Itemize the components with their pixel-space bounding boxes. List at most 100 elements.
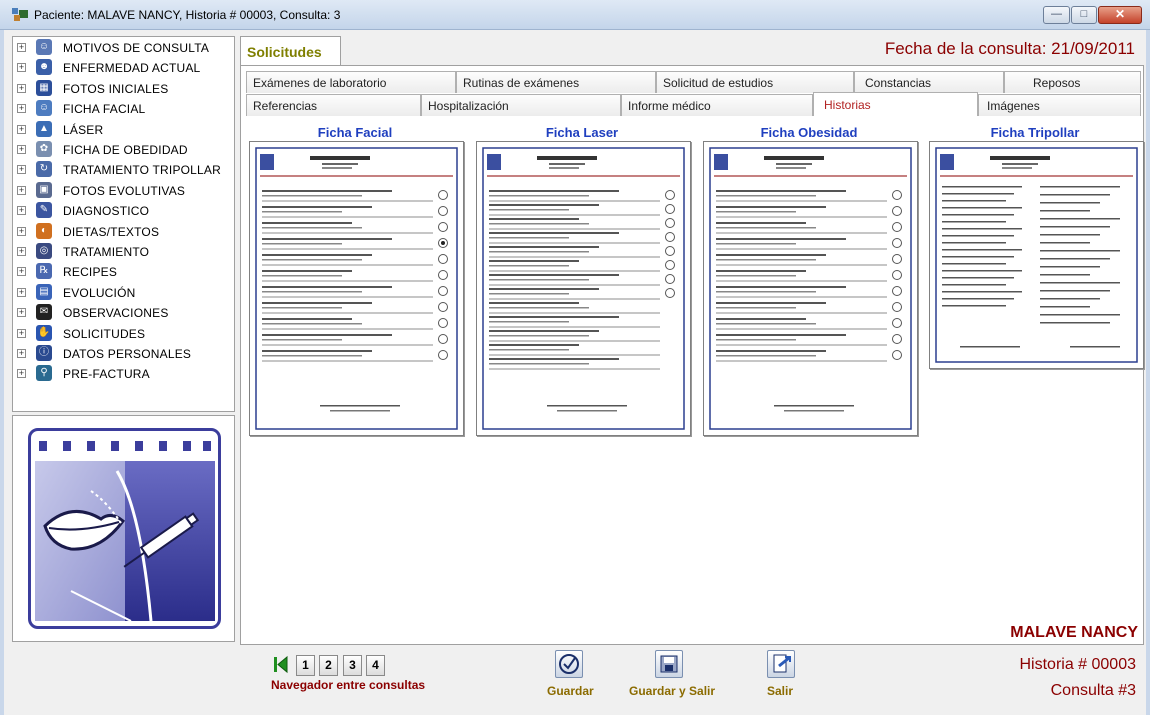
close-button[interactable]: ✕	[1098, 6, 1142, 24]
tab-label: Constancias	[865, 76, 932, 90]
app-icon	[12, 8, 28, 21]
consulta-2-button[interactable]: 2	[319, 655, 338, 676]
tab-hospitalizacion[interactable]: Hospitalización	[421, 94, 621, 116]
tree-item-label: RECIPES	[63, 265, 118, 280]
document-thumbnail[interactable]	[476, 141, 691, 436]
historia-number: Historia # 00003	[1019, 656, 1136, 673]
clinic-logo	[28, 428, 221, 629]
scale-icon: ✿	[36, 141, 52, 157]
info-icon: ⓘ	[36, 345, 52, 361]
expand-icon[interactable]: +	[17, 369, 26, 379]
tree-item[interactable]: + ☻ ENFERMEDAD ACTUAL	[13, 58, 235, 78]
tab-label: Reposos	[1033, 76, 1081, 90]
document-preview-icon	[255, 147, 458, 430]
tab-solicitudes[interactable]: Solicitudes	[240, 36, 341, 66]
tab-label: Informe médico	[628, 99, 711, 113]
consulta-number: Consulta #3	[1050, 682, 1136, 699]
expand-icon[interactable]: +	[17, 308, 26, 318]
tree-item-label: FICHA DE OBEDIDAD	[63, 143, 188, 157]
tree-item[interactable]: + ◐ DIETAS/TEXTOS	[13, 222, 235, 242]
notes-icon: ✉	[36, 304, 52, 321]
tree-item[interactable]: + ▣ FOTOS EVOLUTIVAS	[13, 181, 235, 201]
laser-icon: ▲	[36, 120, 52, 137]
tree-item-label: ENFERMEDAD ACTUAL	[63, 61, 201, 76]
exit-document-icon	[767, 650, 795, 678]
tab-solicitud-estudios[interactable]: Solicitud de estudios	[656, 71, 854, 93]
expand-icon[interactable]: +	[17, 349, 26, 358]
maximize-button[interactable]: □	[1071, 6, 1097, 24]
tab-label: Rutinas de exámenes	[463, 76, 580, 90]
tab-reposos[interactable]: Reposos	[1004, 71, 1141, 93]
expand-icon[interactable]: +	[17, 226, 26, 236]
expand-icon[interactable]: +	[17, 165, 26, 175]
tree-item[interactable]: + ◎ TRATAMIENTO	[13, 242, 235, 262]
consulta-1-button[interactable]: 1	[296, 655, 315, 676]
pen-icon: ✎	[36, 202, 52, 219]
expand-icon[interactable]: +	[17, 63, 26, 73]
maximize-icon: □	[1080, 8, 1088, 20]
hand-icon: ✋	[36, 324, 52, 341]
tree-item[interactable]: + ☺ MOTIVOS DE CONSULTA	[13, 38, 235, 58]
stethoscope-icon: ◎	[36, 243, 52, 259]
window-title: Paciente: MALAVE NANCY, Historia # 00003…	[34, 8, 341, 22]
consulta-3-button[interactable]: 3	[343, 655, 362, 676]
consulta-4-button[interactable]: 4	[366, 655, 385, 676]
expand-icon[interactable]: +	[17, 328, 26, 338]
tree-item-label: DIETAS/TEXTOS	[63, 224, 160, 239]
tree-item[interactable]: + ▲ LÁSER	[13, 120, 235, 140]
tab-constancias[interactable]: Constancias	[854, 71, 1004, 93]
tree-item[interactable]: + ℞ RECIPES	[13, 262, 235, 282]
tree-item[interactable]: + ⓘ DATOS PERSONALES	[13, 344, 235, 364]
document-preview-icon	[935, 147, 1138, 363]
tree-item-label: OBSERVACIONES	[63, 306, 169, 321]
expand-icon[interactable]: +	[17, 247, 26, 256]
checkmark-icon	[555, 650, 583, 678]
save-disk-icon	[655, 650, 683, 678]
tree-item[interactable]: + ⚲ PRE-FACTURA	[13, 364, 235, 384]
tree-item[interactable]: + ↻ TRATAMIENTO TRIPOLLAR	[13, 160, 235, 180]
card-title: Ficha Laser	[545, 125, 619, 140]
tab-imagenes[interactable]: Imágenes	[978, 94, 1141, 116]
tree-item-label: FOTOS INICIALES	[63, 81, 169, 96]
expand-icon[interactable]: +	[17, 145, 26, 154]
tree-item[interactable]: + ☺ FICHA FACIAL	[13, 99, 235, 119]
tab-rutinas-examenes[interactable]: Rutinas de exámenes	[456, 71, 656, 93]
navigation-tree: + ☺ MOTIVOS DE CONSULTA + ☻ ENFERMEDAD ACTUAL…	[12, 36, 235, 412]
expand-icon[interactable]: +	[17, 83, 26, 93]
tree-item-label: MOTIVOS DE CONSULTA	[63, 41, 210, 55]
tree-item-label: EVOLUCIÓN	[63, 285, 136, 300]
tab-informe-medico[interactable]: Informe médico	[621, 94, 813, 116]
document-thumbnail[interactable]	[929, 141, 1144, 369]
tab-row-1: Exámenes de laboratorio Rutinas de exáme…	[246, 71, 1141, 93]
minimize-button[interactable]: —	[1043, 6, 1070, 24]
tree-item[interactable]: + ✎ DIAGNOSTICO	[13, 201, 235, 221]
expand-icon[interactable]: +	[17, 124, 26, 134]
document-preview-icon	[709, 147, 912, 430]
tree-item[interactable]: + ✿ FICHA DE OBEDIDAD	[13, 140, 235, 160]
document-thumbnail[interactable]	[249, 141, 464, 436]
tab-historias[interactable]: Historias	[813, 92, 978, 116]
title-bar: Paciente: MALAVE NANCY, Historia # 00003…	[0, 0, 1150, 30]
expand-icon[interactable]: +	[17, 267, 26, 277]
tab-examenes-laboratorio[interactable]: Exámenes de laboratorio	[246, 71, 456, 93]
expand-icon[interactable]: +	[17, 287, 26, 297]
expand-icon[interactable]: +	[17, 206, 26, 216]
close-icon: ✕	[1114, 7, 1126, 21]
expand-icon[interactable]: +	[17, 104, 26, 114]
expand-icon[interactable]: +	[17, 43, 26, 52]
section-tab-label: Solicitudes	[247, 44, 322, 60]
tab-label: Historias	[824, 98, 871, 112]
document-thumbnail[interactable]	[703, 141, 918, 436]
person-outline-icon: ☺	[36, 39, 52, 55]
expand-icon[interactable]: +	[17, 185, 26, 195]
aesthetics-logo-icon	[35, 441, 215, 622]
tree-item[interactable]: + ▤ EVOLUCIÓN	[13, 283, 235, 303]
tab-referencias[interactable]: Referencias	[246, 94, 421, 116]
first-consult-button[interactable]	[271, 655, 290, 676]
tree-item-label: LÁSER	[63, 122, 104, 137]
tree-item-label: TRATAMIENTO	[63, 245, 150, 259]
tree-item-label: TRATAMIENTO TRIPOLLAR	[63, 163, 222, 178]
tree-item[interactable]: + ▦ FOTOS INICIALES	[13, 79, 235, 99]
tree-item[interactable]: + ✉ OBSERVACIONES	[13, 303, 235, 323]
tree-item[interactable]: + ✋ SOLICITUDES	[13, 324, 235, 344]
